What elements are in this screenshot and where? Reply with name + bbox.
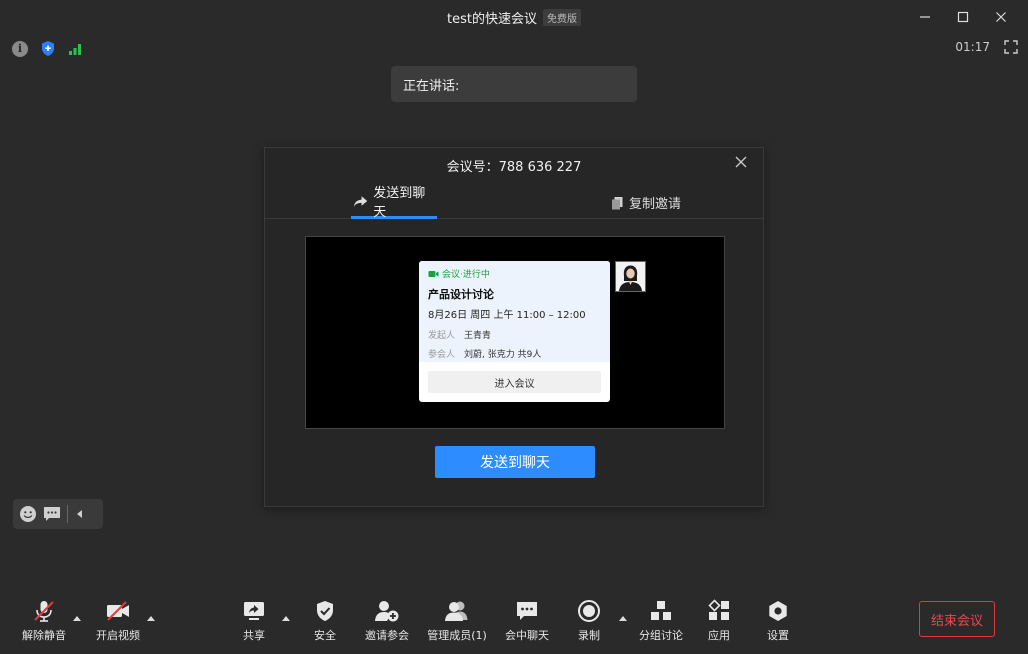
video-camera-icon xyxy=(428,270,439,277)
apps-icon xyxy=(708,599,729,620)
tab-send-to-chat[interactable]: 发送到聊天 xyxy=(351,186,437,220)
close-icon xyxy=(735,156,747,168)
send-to-chat-button[interactable]: 发送到聊天 xyxy=(435,446,595,478)
video-options-caret[interactable] xyxy=(147,614,155,622)
copy-icon xyxy=(612,196,623,209)
meeting-status-label: 会议·进行中 xyxy=(442,270,490,280)
participants-icon xyxy=(445,601,468,621)
info-icon[interactable]: i xyxy=(12,40,28,57)
gear-icon xyxy=(769,601,787,621)
status-right: 01:17 xyxy=(955,40,1018,54)
video-off-icon xyxy=(107,601,129,621)
record-button[interactable]: 录制 xyxy=(572,598,606,644)
organizer-label: 发起人 xyxy=(428,331,456,341)
danmaku-icon[interactable] xyxy=(43,506,61,522)
status-left: i xyxy=(12,40,84,57)
breakout-rooms-icon xyxy=(651,601,671,620)
settings-label: 设置 xyxy=(767,629,789,642)
security-shield-icon[interactable] xyxy=(40,40,56,57)
meeting-status: 会议·进行中 xyxy=(428,267,601,280)
meeting-card: 会议·进行中 产品设计讨论 8月26日 周四 上午 11:00 – 12:00 … xyxy=(419,261,610,402)
apps-button[interactable]: 应用 xyxy=(701,598,737,644)
manage-participants-button[interactable]: 管理成员(1) xyxy=(426,598,488,644)
tab-copy-label: 复制邀请 xyxy=(629,197,682,212)
share-arrow-icon xyxy=(353,195,368,207)
reaction-bar-divider xyxy=(67,505,68,523)
breakout-rooms-button[interactable]: 分组讨论 xyxy=(636,598,686,644)
share-screen-icon xyxy=(244,602,264,620)
chat-bubble-icon xyxy=(517,602,537,620)
end-meeting-button[interactable]: 结束会议 xyxy=(919,601,995,637)
maximize-button[interactable] xyxy=(944,4,982,30)
participants-label: 参会人 xyxy=(428,350,456,360)
settings-button[interactable]: 设置 xyxy=(760,598,796,644)
minimize-icon xyxy=(920,16,930,18)
unmute-label: 解除静音 xyxy=(22,629,66,642)
window-title: test的快速会议 xyxy=(447,11,537,27)
window-controls xyxy=(906,4,1020,30)
caret-up-icon xyxy=(282,616,290,621)
plan-badge: 免费版 xyxy=(542,8,581,26)
record-label: 录制 xyxy=(578,629,600,642)
audio-options-caret[interactable] xyxy=(73,614,81,622)
active-speaker-label: 正在讲话: xyxy=(403,78,460,94)
meeting-card-body: 会议·进行中 产品设计讨论 8月26日 周四 上午 11:00 – 12:00 … xyxy=(419,261,610,362)
start-video-label: 开启视频 xyxy=(96,629,140,642)
share-options-caret[interactable] xyxy=(282,614,290,622)
share-screen-button[interactable]: 共享 xyxy=(236,598,272,644)
unmute-button[interactable]: 解除静音 xyxy=(20,598,68,644)
close-window-button[interactable] xyxy=(982,4,1020,30)
dialog-close-button[interactable] xyxy=(733,154,749,170)
invite-preview: 会议·进行中 产品设计讨论 8月26日 周四 上午 11:00 – 12:00 … xyxy=(305,236,725,429)
caret-up-icon xyxy=(73,616,81,621)
caret-up-icon xyxy=(619,616,627,621)
security-label: 安全 xyxy=(314,629,336,642)
breakout-label: 分组讨论 xyxy=(639,629,683,642)
meeting-timer: 01:17 xyxy=(955,40,990,54)
chat-label: 会中聊天 xyxy=(505,629,549,642)
add-user-icon xyxy=(375,601,399,622)
organizer-row: 发起人 王青青 xyxy=(428,328,601,341)
invite-label: 邀请参会 xyxy=(365,629,409,642)
invite-dialog: 会议号：788 636 227 发送到聊天 复制邀请 会议·进行中 产品设计讨论… xyxy=(264,147,764,507)
microphone-muted-icon xyxy=(34,601,54,622)
apps-label: 应用 xyxy=(708,629,730,642)
tab-copy-invite[interactable]: 复制邀请 xyxy=(609,186,683,219)
caret-up-icon xyxy=(147,616,155,621)
join-meeting-button: 进入会议 xyxy=(428,371,601,393)
organizer-name: 王青青 xyxy=(464,331,492,341)
security-button[interactable]: 安全 xyxy=(306,598,344,644)
emoji-icon[interactable] xyxy=(19,505,37,523)
avatar xyxy=(615,261,646,292)
title-wrap: test的快速会议 免费版 xyxy=(447,8,581,27)
record-options-caret[interactable] xyxy=(619,614,627,622)
close-icon xyxy=(996,12,1006,22)
start-video-button[interactable]: 开启视频 xyxy=(94,598,142,644)
collapse-left-icon[interactable] xyxy=(74,508,86,520)
person-avatar-icon xyxy=(616,262,645,291)
fullscreen-icon[interactable] xyxy=(1004,40,1018,54)
share-label: 共享 xyxy=(243,629,265,642)
minimize-button[interactable] xyxy=(906,4,944,30)
shield-check-icon xyxy=(317,601,333,621)
invite-button[interactable]: 邀请参会 xyxy=(362,598,412,644)
active-speaker-banner: 正在讲话: xyxy=(391,66,637,102)
in-meeting-chat-button[interactable]: 会中聊天 xyxy=(503,598,551,644)
signal-strength-icon[interactable] xyxy=(68,42,84,56)
invite-tabs: 发送到聊天 复制邀请 xyxy=(265,186,763,220)
reaction-bar xyxy=(13,499,103,529)
manage-participants-label: 管理成员(1) xyxy=(427,629,487,642)
maximize-icon xyxy=(957,11,969,23)
participants-row: 参会人 刘蔚, 张克力 共9人 xyxy=(428,347,601,360)
meeting-id-title: 会议号：788 636 227 xyxy=(446,160,582,175)
participants-list: 刘蔚, 张克力 共9人 xyxy=(464,350,542,360)
tab-send-label: 发送到聊天 xyxy=(373,186,426,220)
meeting-card-title: 产品设计讨论 xyxy=(428,288,494,301)
title-bar: test的快速会议 免费版 xyxy=(0,0,1028,34)
record-icon xyxy=(578,600,600,622)
meeting-card-time: 8月26日 周四 上午 11:00 – 12:00 xyxy=(428,310,586,321)
